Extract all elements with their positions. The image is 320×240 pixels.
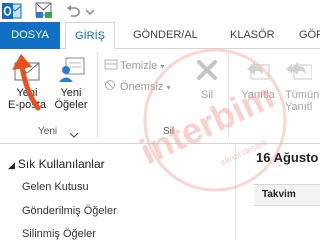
ribbon-tabs: DOSYA GİRİŞ GÖNDER/AL KLASÖR GÖR: [0, 22, 320, 50]
group-label-delete: Sil: [163, 126, 175, 137]
reply-all-icon: [286, 62, 312, 80]
favorites-header[interactable]: ◢ Sık Kullanılanlar: [8, 157, 105, 171]
delete-icon: [197, 60, 217, 80]
outlook-logo-icon: [2, 3, 22, 19]
collapse-arrow-icon[interactable]: ◢: [8, 160, 15, 170]
junk-label: Önemsiz: [120, 81, 164, 93]
undo-icon[interactable]: [66, 4, 80, 18]
tab-home[interactable]: GİRİŞ: [65, 22, 115, 50]
reply-all-button[interactable]: Tümün Yanıtl: [282, 57, 320, 113]
delete-label: Sil: [200, 89, 214, 101]
clean-up-button[interactable]: Temizle ▾: [104, 58, 164, 72]
delete-button[interactable]: Sil: [192, 57, 222, 101]
clean-up-label: Temizle: [120, 60, 158, 72]
reply-icon: [247, 62, 270, 80]
new-items-button[interactable]: Yeni Öğeler: [50, 55, 92, 111]
reply-all-label-line2: Yanıtl: [285, 101, 313, 113]
junk-icon: [105, 80, 115, 90]
new-items-icon: [59, 57, 85, 82]
calendar-column-header: Takvim: [254, 184, 320, 206]
group-separator: [97, 52, 98, 138]
send-receive-all-icon[interactable]: [35, 2, 53, 19]
group-label-new: Yeni: [38, 126, 58, 137]
junk-dropdown-icon: ▾: [166, 83, 171, 92]
new-items-label-line1: Yeni: [60, 87, 82, 99]
tab-file[interactable]: DOSYA: [0, 22, 60, 49]
group-separator: [228, 52, 229, 138]
new-items-dropdown-icon[interactable]: [70, 133, 78, 138]
clean-up-dropdown-icon: ▾: [160, 62, 165, 71]
calendar-peek: 16 Ağusto Takvim: [235, 144, 320, 240]
junk-button[interactable]: Önemsiz ▾: [104, 79, 170, 93]
reply-all-label-line1: Tümün: [285, 89, 320, 101]
favorites-header-label: Sık Kullanılanlar: [17, 157, 105, 171]
reply-label: Yanıtla: [241, 89, 275, 101]
undo-dropdown-icon[interactable]: [86, 9, 94, 15]
folder-item-sent[interactable]: Gönderilmiş Öğeler: [22, 205, 117, 217]
pointer-arrow-icon: [12, 54, 41, 111]
clean-up-icon: [104, 59, 118, 70]
tab-folder[interactable]: KLASÖR: [222, 22, 283, 49]
outlook-window: DOSYA GİRİŞ GÖNDER/AL KLASÖR GÖR Yeni E-…: [0, 0, 320, 240]
calendar-date: 16 Ağusto: [256, 150, 319, 165]
tab-send-receive[interactable]: GÖNDER/AL: [125, 22, 206, 49]
ribbon: Yeni E-posta Yeni Öğeler Yeni Temizle ▾ …: [0, 49, 320, 144]
calendar-column-label: Takvim: [262, 189, 296, 200]
reply-button[interactable]: Yanıtla: [238, 57, 278, 101]
folder-pane: ◢ Sık Kullanılanlar Gelen Kutusu Gönderil…: [0, 144, 235, 240]
folder-item-deleted[interactable]: Silinmiş Öğeler: [22, 228, 96, 240]
tab-view[interactable]: GÖR: [291, 22, 320, 49]
new-items-label-line2: Öğeler: [54, 99, 88, 111]
folder-item-inbox[interactable]: Gelen Kutusu: [22, 181, 89, 193]
quick-access-toolbar: [0, 0, 320, 22]
